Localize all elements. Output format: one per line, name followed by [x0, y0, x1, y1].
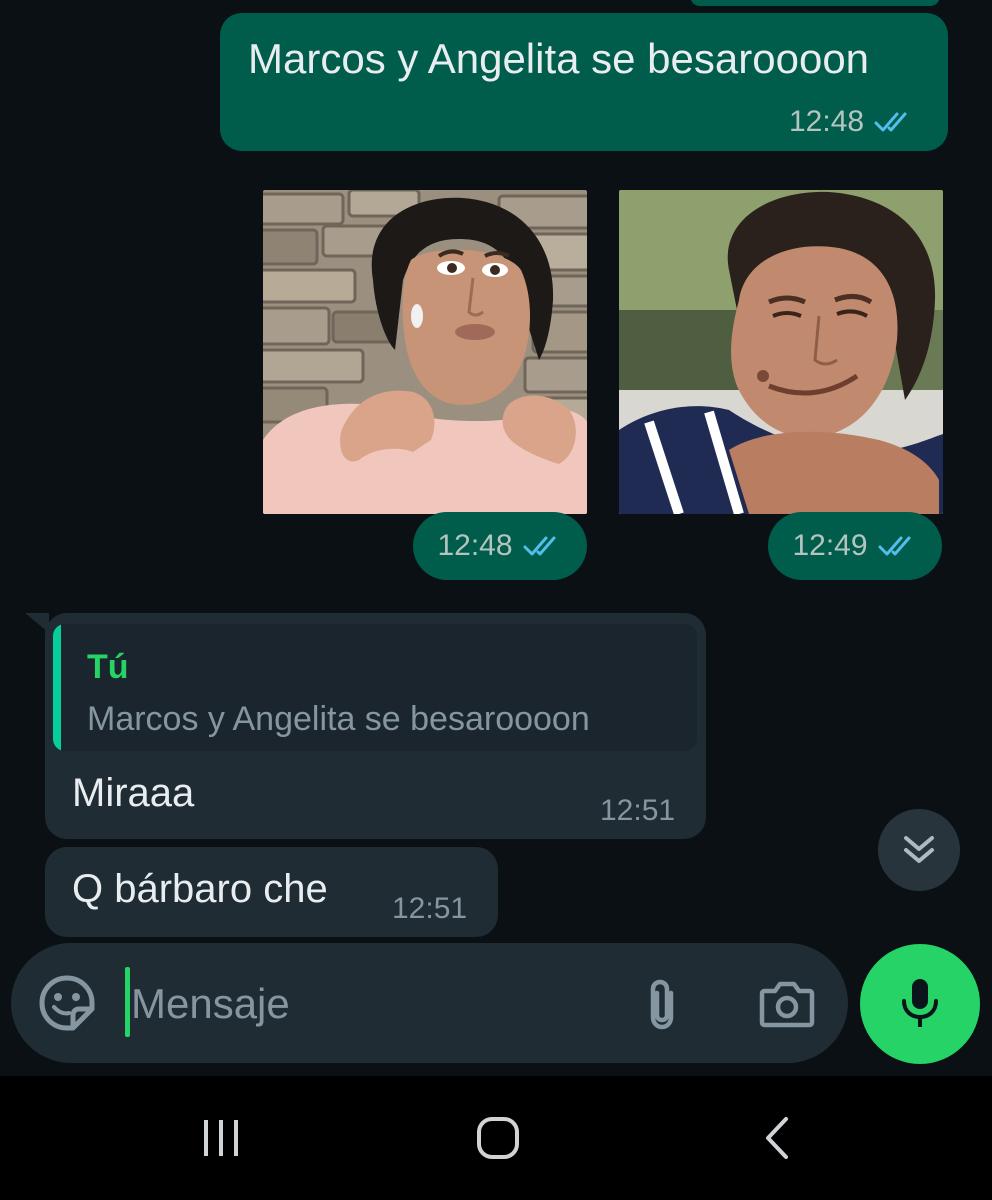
quote-bar — [53, 624, 61, 751]
double-chevron-down-icon — [904, 836, 934, 863]
quote-author: Tú — [87, 648, 129, 686]
message-time: 12:51 — [600, 794, 676, 827]
quoted-message[interactable]: Tú Marcos y Angelita se besaroooon — [53, 624, 697, 751]
recents-button[interactable] — [196, 1106, 246, 1170]
message-text: Miraaa — [72, 771, 195, 815]
previous-message-bubble[interactable] — [690, 0, 940, 6]
back-button[interactable] — [752, 1106, 802, 1170]
microphone-icon — [902, 979, 938, 1027]
outgoing-message[interactable]: Marcos y Angelita se besaroooon 12:48 — [220, 13, 948, 151]
chat-area: Marcos y Angelita se besaroooon 12:48 12… — [0, 0, 992, 1076]
message-text: Q bárbaro che — [72, 867, 328, 911]
message-meta: 12:48 — [789, 105, 914, 139]
message-time: 12:49 — [792, 529, 868, 562]
message-text: Marcos y Angelita se besaroooon — [248, 35, 870, 82]
sticker-2-time: 12:49 — [768, 512, 942, 580]
sticker-older-man[interactable] — [619, 190, 943, 514]
message-time: 12:48 — [789, 105, 865, 138]
message-input[interactable] — [129, 969, 613, 1039]
message-time: 12:51 — [392, 892, 468, 925]
sticker-1-time: 12:48 — [413, 512, 587, 580]
message-time: 12:48 — [437, 529, 513, 562]
home-button[interactable] — [473, 1106, 523, 1170]
scroll-to-bottom-button[interactable] — [878, 809, 960, 891]
home-icon — [477, 1117, 519, 1159]
quote-text: Marcos y Angelita se besaroooon — [87, 700, 590, 738]
paperclip-icon[interactable] — [641, 977, 685, 1033]
back-icon — [766, 1117, 788, 1159]
sticker-young-man[interactable] — [263, 190, 587, 514]
emoji-sticker-icon[interactable] — [39, 975, 95, 1031]
voice-record-button[interactable] — [860, 944, 980, 1064]
incoming-message-reply[interactable]: Tú Marcos y Angelita se besaroooon Miraa… — [45, 613, 706, 839]
double-check-icon — [878, 536, 911, 556]
double-check-icon — [874, 112, 907, 132]
system-navigation-bar — [0, 1076, 992, 1200]
double-check-icon — [523, 536, 556, 556]
message-composer — [11, 943, 848, 1063]
incoming-message[interactable]: Q bárbaro che 12:51 — [45, 847, 498, 937]
camera-icon[interactable] — [759, 979, 815, 1029]
recents-icon — [204, 1120, 238, 1156]
